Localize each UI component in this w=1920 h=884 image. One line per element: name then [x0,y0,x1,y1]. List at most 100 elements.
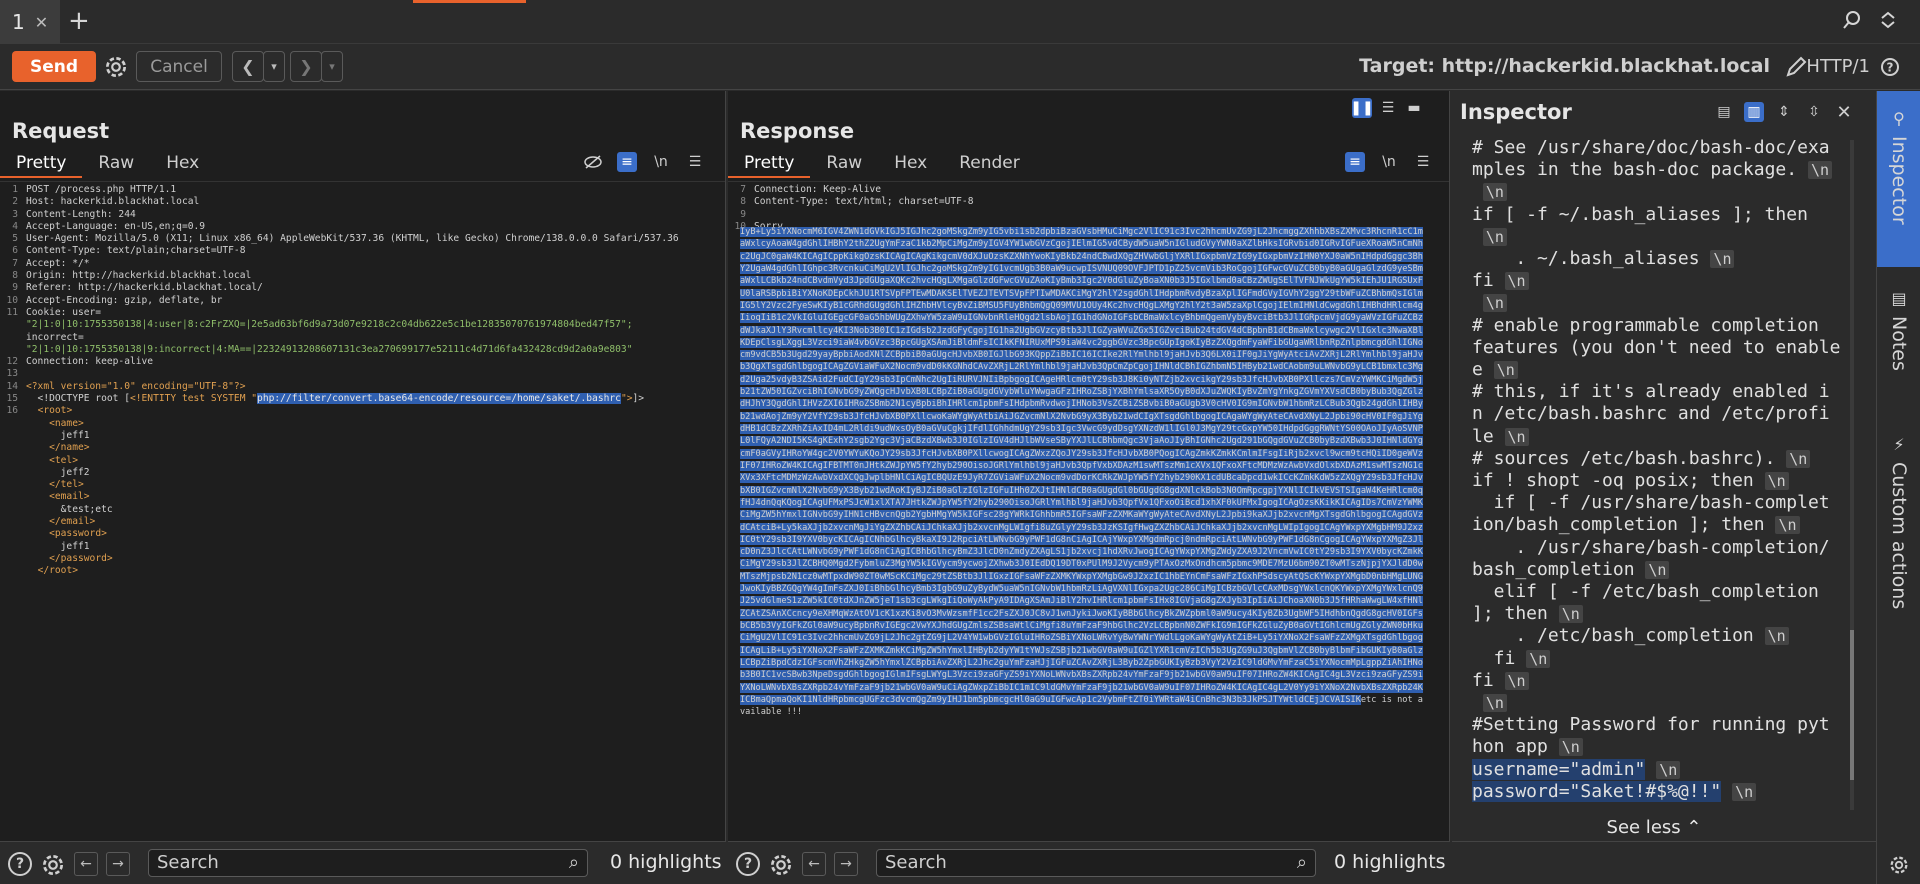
word-wrap-icon[interactable]: ≡ [617,152,637,172]
decoded-text: e [1472,359,1483,381]
line-text: <root> [37,405,73,417]
line-number: 16 [6,405,18,417]
decoded-line: elif [ -f /etc/bash_completion [1472,581,1856,603]
newline-marker: \n [1807,161,1833,180]
rail-notes[interactable]: ▤ Notes [1877,281,1920,431]
line-text: jeff2 [26,466,90,478]
collapse-all-icon[interactable]: ⇳ [1804,102,1824,122]
inspector-decoded-value[interactable]: # See /usr/share/doc/bash-doc/exa mples i… [1472,137,1856,813]
newline-toggle-icon[interactable]: \n [1379,152,1399,172]
tab-1[interactable]: 1 ✕ [0,0,60,44]
see-less-button[interactable]: See less ⌃ [1452,817,1856,838]
request-line: 12 Connection: keep-alive [0,356,725,368]
line-number: 7 [740,184,746,195]
rail-inspector[interactable]: ⚲ Inspector [1877,91,1920,267]
decoded-line: # sources /etc/bash.bashrc). \n [1472,448,1856,470]
request-highlight-count: 0 highlights [610,851,722,873]
gear-icon[interactable] [40,852,66,878]
add-tab-icon[interactable]: + [68,8,90,34]
request-search-input[interactable]: Search ⌕ [148,849,588,877]
newline-marker: \n [1764,472,1789,491]
edit-target-icon[interactable] [1784,55,1808,79]
scrollbar-thumb[interactable] [1850,630,1854,780]
inspector-scrollbar[interactable] [1850,140,1854,810]
collapse-icon[interactable] [1878,10,1898,30]
send-button[interactable]: Send [12,51,96,82]
target-label[interactable]: Target: http://hackerkid.blackhat.local [1359,55,1770,77]
line-text: Content-Type: text/html; charset=UTF-8 [754,196,974,208]
newline-marker: \n [1482,694,1507,713]
chevron-right-icon: ❯ [299,57,313,76]
newline-marker: \n [1732,782,1757,801]
rail-custom-actions[interactable]: ⚡ Custom actions [1877,421,1920,721]
decoded-line: fi \n [1472,670,1856,692]
gear-icon[interactable] [103,54,129,80]
line-text: <password> [49,528,107,540]
request-line: </tel> [0,479,725,491]
menu-icon[interactable]: ☰ [685,152,705,172]
decoded-text: password="Saket!#$%@!!" [1472,780,1722,802]
chevron-down-icon: ▾ [329,60,335,73]
previous-match-icon[interactable]: ← [802,852,826,876]
newline-toggle-icon[interactable]: \n [651,152,671,172]
help-icon[interactable]: ? [8,852,32,876]
gear-icon[interactable] [1888,854,1910,876]
word-wrap-icon[interactable]: ≡ [1345,152,1365,172]
side-rail: ⚲ Inspector ▤ Notes ⚡ Custom actions [1876,91,1920,884]
layout-stacked-icon[interactable]: ☰ [1378,98,1398,118]
response-search-input[interactable]: Search ⌕ [876,849,1316,877]
tab-pretty[interactable]: Pretty [728,150,811,178]
response-editor[interactable]: 7 Connection: Keep-Alive 8 Content-Type: te… [728,181,1449,841]
response-body: IyB+Ly5iYXNocmM6IGV4ZWN1dGVkIGJ5IGJhc2go… [740,226,1426,719]
help-icon[interactable]: ? [736,852,760,876]
newline-marker: \n [1493,361,1518,380]
request-line: </name> [0,442,725,454]
request-line: 7 Accept: */* [0,258,725,270]
line-text: jeff1 [26,429,90,441]
request-line: jeff1 [0,541,725,553]
decoded-line: \n [1472,292,1856,314]
rail-notes-label: Notes [1888,316,1910,371]
next-match-icon[interactable]: → [106,852,130,876]
previous-match-icon[interactable]: ← [74,852,98,876]
back-button[interactable]: ❮ [232,51,264,82]
decoded-text: if ! shopt -oq posix; then [1472,470,1754,492]
inspector-split-icon[interactable]: ▥ [1744,102,1764,122]
search-icon[interactable] [1842,10,1862,30]
tab-raw[interactable]: Raw [810,150,878,178]
layout-side-by-side-icon[interactable]: ❚❚ [1350,98,1374,118]
request-line: <email> [0,491,725,503]
newline-marker: \n [1786,449,1811,468]
newline-marker: \n [1504,671,1529,690]
close-tab-icon[interactable]: ✕ [35,13,48,32]
tab-label: 1 [12,10,25,34]
forward-history-dropdown[interactable]: ▾ [321,51,343,82]
request-line: 5 User-Agent: Mozilla/5.0 (X11; Linux x86… [0,233,725,245]
next-match-icon[interactable]: → [834,852,858,876]
help-icon[interactable]: ? [1880,57,1900,77]
forward-button[interactable]: ❯ [290,51,322,82]
menu-icon[interactable]: ☰ [1413,152,1433,172]
layout-tabs-icon[interactable]: ▬ [1404,98,1424,118]
inspector-layout-icon[interactable]: ▤ [1714,102,1734,122]
decoded-line: ion/bash_completion ]; then \n [1472,514,1856,536]
request-toolbar: Send Cancel ❮ ▾ ❯ ▾ Target: http://hacke… [0,45,1920,90]
cancel-button[interactable]: Cancel [136,51,222,82]
tab-render[interactable]: Render [943,150,1036,178]
tab-pretty[interactable]: Pretty [0,150,83,178]
tab-hex[interactable]: Hex [150,150,215,178]
request-editor[interactable]: 1 POST /process.php HTTP/1.1 2 Host: hacker… [0,181,725,841]
decoded-line: le \n [1472,426,1856,448]
http-version[interactable]: HTTP/1 [1806,56,1870,77]
tab-raw[interactable]: Raw [82,150,150,178]
line-number: 9 [12,282,18,294]
tab-hex[interactable]: Hex [878,150,943,178]
newline-marker: \n [1558,738,1583,757]
request-line: <tel> [0,455,725,467]
back-history-dropdown[interactable]: ▾ [263,51,285,82]
expand-all-icon[interactable]: ⇕ [1774,102,1794,122]
line-number: 9 [740,208,746,220]
close-icon[interactable]: ✕ [1834,102,1854,123]
gear-icon[interactable] [768,852,794,878]
hide-nonprintable-icon[interactable] [583,152,603,172]
